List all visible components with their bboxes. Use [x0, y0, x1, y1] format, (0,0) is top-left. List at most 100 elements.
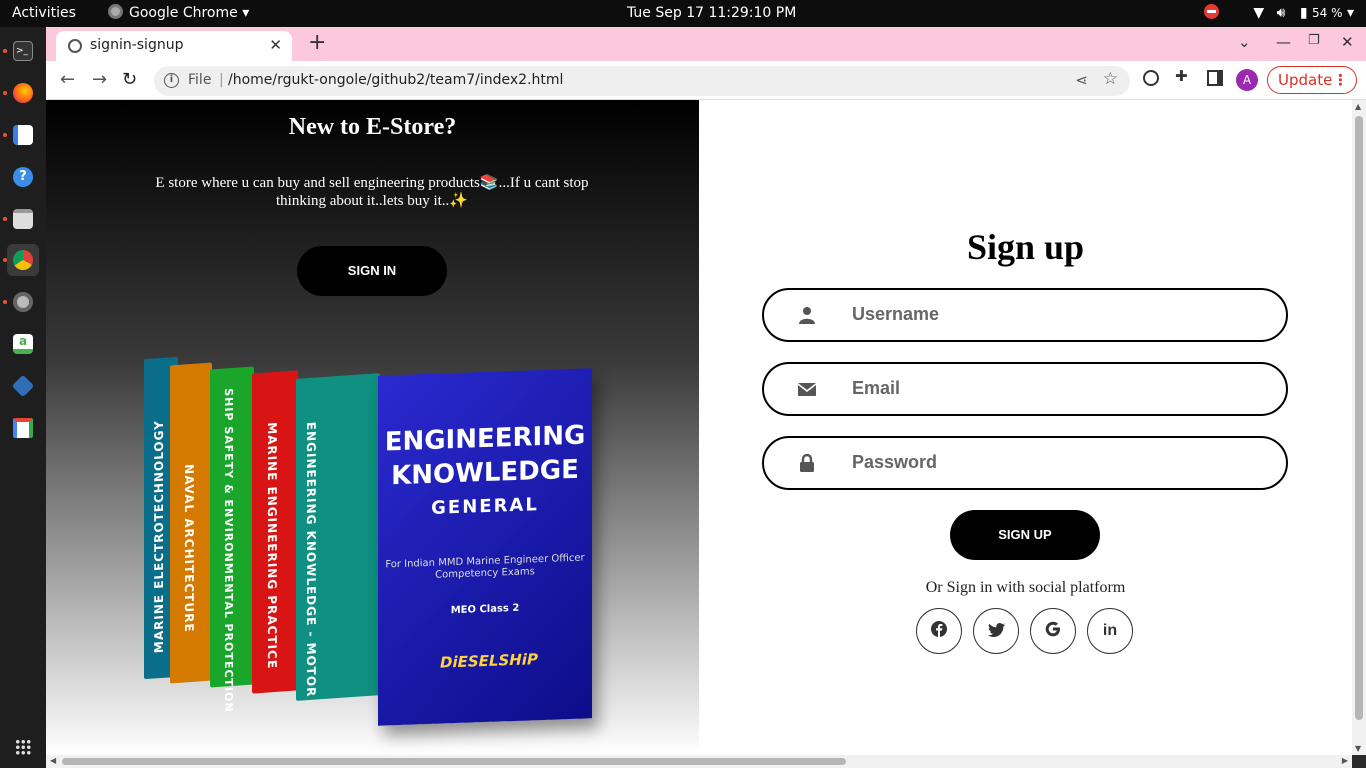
clock[interactable]: Tue Sep 17 11:29:10 PM	[627, 0, 796, 27]
email-placeholder: Email	[852, 378, 901, 398]
tab-strip: signin-signup ✕ + ⌄ — ❐ ✕	[46, 27, 1366, 61]
side-panel-icon[interactable]	[1207, 70, 1223, 86]
promo-text: E store where u can buy and sell enginee…	[155, 175, 589, 209]
user-icon	[799, 307, 815, 324]
close-window-button[interactable]: ✕	[1341, 33, 1354, 51]
social-login-text: Or Sign in with social platform	[925, 579, 1126, 596]
email-field[interactable]: Email	[762, 362, 1288, 416]
vertical-scroll-thumb[interactable]	[1355, 116, 1363, 720]
books-image: MARINE ELECTROTECHNOLOGY NAVAL ARCHITECT…	[142, 340, 612, 740]
firefox-icon[interactable]	[3, 77, 39, 109]
bookmark-star-icon[interactable]: ☆	[1103, 69, 1118, 89]
promo-title: New to E-Store?	[288, 114, 457, 140]
software-store-icon[interactable]: a	[7, 328, 39, 360]
password-field[interactable]: Password	[762, 436, 1288, 490]
virtualbox-icon[interactable]	[7, 370, 39, 402]
update-button[interactable]: Update ⋮	[1267, 66, 1357, 94]
password-placeholder: Password	[852, 452, 938, 472]
update-label: Update	[1278, 71, 1333, 89]
book-cover-class: MEO Class 2	[450, 602, 520, 617]
signup-panel: Sign up Username Email Password SIGN UP …	[699, 100, 1352, 755]
signup-title: Sign up	[966, 227, 1085, 267]
caret-down-icon: ▾	[1346, 5, 1354, 21]
twitter-icon	[987, 623, 1005, 637]
help-icon[interactable]: ?	[7, 161, 39, 193]
url-text[interactable]: /home/rgukt-ongole/github2/team7/index2.…	[228, 72, 563, 88]
facebook-button[interactable]	[916, 608, 962, 654]
book-marine-engineering-practice: MARINE ENGINEERING PRACTICE	[252, 370, 298, 694]
system-tray[interactable]: ▼ 🔊︎ ▮ 54 % ▾	[1203, 0, 1354, 27]
share-icon[interactable]: ⋖	[1075, 71, 1088, 89]
text-editor-icon[interactable]	[3, 119, 39, 151]
extensions-puzzle-icon[interactable]: ✚	[1175, 67, 1191, 85]
book-spine-label: MARINE ELECTROTECHNOLOGY	[152, 419, 166, 654]
scroll-right-arrow-icon[interactable]: ▶	[1342, 756, 1348, 765]
back-button[interactable]: ←	[60, 69, 75, 90]
book-cover-title: ENGINEERING KNOWLEDGE	[384, 420, 586, 492]
book-cover-subtitle: GENERAL	[431, 494, 539, 519]
chrome-icon	[108, 4, 123, 19]
envelope-icon	[798, 383, 816, 396]
linkedin-button[interactable]: in	[1087, 608, 1133, 654]
scroll-left-arrow-icon[interactable]: ◀	[50, 756, 56, 765]
username-placeholder: Username	[852, 304, 940, 324]
book-ship-safety: SHIP SAFETY & ENVIRONMENTAL PROTECTION	[210, 366, 254, 713]
settings-icon[interactable]	[3, 286, 39, 318]
lens-extension-icon[interactable]	[1143, 70, 1159, 86]
gmail-icon[interactable]	[7, 412, 39, 444]
scheme-label: File	[188, 72, 212, 88]
google-button[interactable]	[1030, 608, 1076, 654]
files-icon[interactable]	[3, 203, 39, 235]
dieselship-logo: DiESELSHiP	[440, 650, 538, 672]
volume-icon: 🔊︎	[1276, 5, 1286, 21]
book-spine-label: SHIP SAFETY & ENVIRONMENTAL PROTECTION	[222, 387, 235, 714]
new-tab-button[interactable]: +	[308, 30, 326, 55]
address-bar[interactable]: i File | /home/rgukt-ongole/github2/team…	[154, 66, 1130, 96]
wifi-icon: ▼	[1253, 5, 1265, 21]
tab-search-chevron-icon[interactable]: ⌄	[1238, 33, 1251, 51]
username-field[interactable]: Username	[762, 288, 1288, 342]
battery-percent: 54 %	[1312, 6, 1343, 20]
battery-icon: ▮	[1299, 5, 1308, 21]
chrome-icon[interactable]	[3, 244, 39, 276]
tab-signin-signup[interactable]: signin-signup ✕	[56, 31, 292, 61]
info-icon[interactable]: i	[164, 73, 179, 88]
minimize-button[interactable]: —	[1276, 33, 1291, 51]
sign-up-button[interactable]: SIGN UP	[950, 510, 1100, 560]
globe-icon	[68, 39, 82, 53]
facebook-icon	[931, 621, 947, 637]
book-engineering-knowledge-general: ENGINEERING KNOWLEDGE GENERAL For Indian…	[378, 368, 592, 726]
vertical-scrollbar[interactable]: ▲ ▼	[1352, 100, 1366, 755]
twitter-button[interactable]	[973, 608, 1019, 654]
forward-button[interactable]: →	[92, 69, 107, 90]
more-options-icon[interactable]: ⋮	[1333, 67, 1348, 93]
book-naval-architecture: NAVAL ARCHITECTURE	[170, 362, 212, 684]
terminal-icon[interactable]: >_	[3, 35, 39, 67]
url-separator: |	[219, 72, 224, 88]
book-spine-label: MARINE ENGINEERING PRACTICE	[265, 421, 279, 670]
close-tab-icon[interactable]: ✕	[269, 36, 282, 54]
caret-down-icon: ▾	[242, 5, 250, 21]
google-icon	[1045, 621, 1060, 637]
book-cover-text: For Indian MMD Marine Engineer Officer C…	[385, 552, 585, 581]
profile-avatar[interactable]: A	[1236, 69, 1258, 91]
horizontal-scroll-thumb[interactable]	[62, 758, 846, 765]
reload-button[interactable]: ↻	[122, 69, 137, 90]
app-menu-label: Google Chrome	[129, 5, 238, 21]
show-applications-icon[interactable]	[15, 739, 31, 755]
system-top-bar: Activities Google Chrome ▾ Tue Sep 17 11…	[0, 0, 1366, 27]
lock-icon	[800, 454, 814, 472]
linkedin-icon: in	[1102, 622, 1118, 639]
scroll-up-arrow-icon[interactable]: ▲	[1355, 102, 1361, 111]
scroll-down-arrow-icon[interactable]: ▼	[1355, 744, 1361, 753]
sign-in-button[interactable]: SIGN IN	[297, 246, 447, 296]
app-menu[interactable]: Google Chrome ▾	[108, 0, 249, 27]
dock: >_ ? a	[0, 27, 46, 768]
promo-panel: New to E-Store? E store where u can buy …	[46, 100, 699, 755]
book-spine-label: ENGINEERING KNOWLEDGE - MOTOR	[304, 421, 318, 698]
book-engineering-knowledge-motor: ENGINEERING KNOWLEDGE - MOTOR	[296, 373, 380, 701]
activities-button[interactable]: Activities	[12, 0, 76, 27]
do-not-disturb-icon	[1203, 4, 1219, 19]
restore-button[interactable]: ❐	[1308, 33, 1320, 48]
horizontal-scrollbar[interactable]: ◀ ▶	[46, 755, 1352, 768]
